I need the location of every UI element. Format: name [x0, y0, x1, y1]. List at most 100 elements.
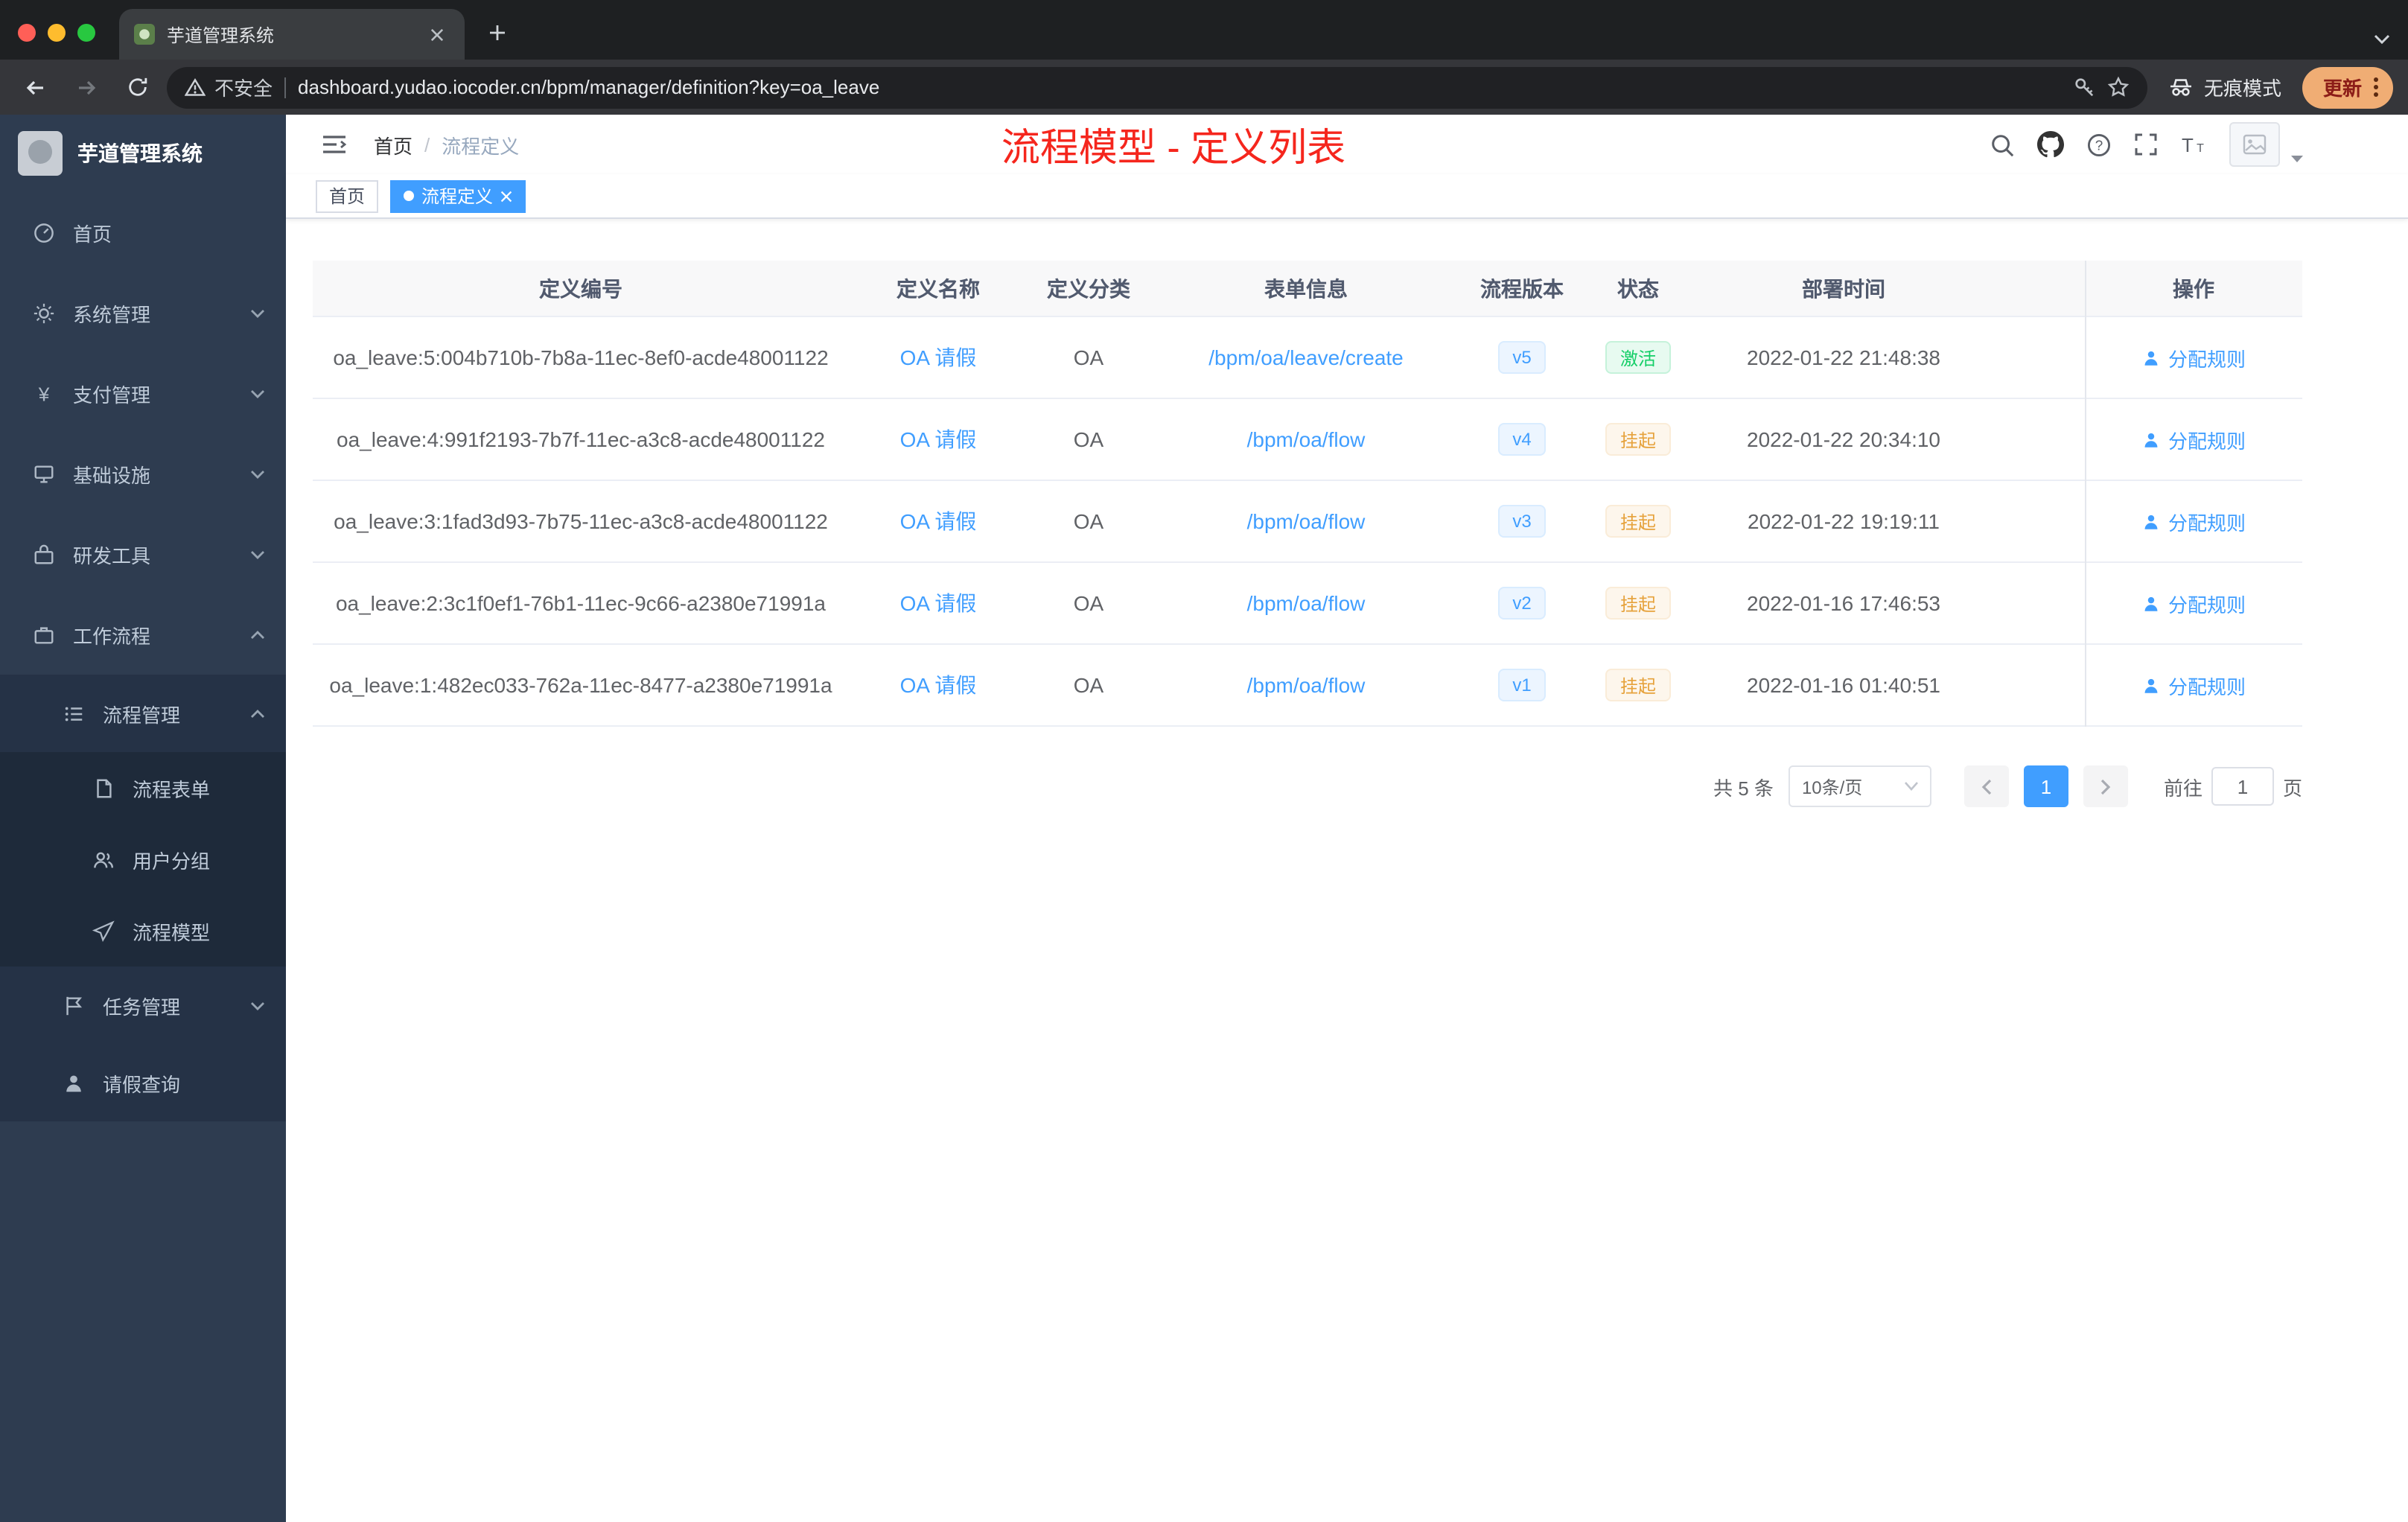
tab-search-icon[interactable]: [2374, 34, 2390, 45]
definition-name-link[interactable]: OA 请假: [900, 343, 977, 372]
zoom-window-button[interactable]: [77, 24, 95, 42]
chevron-down-icon: [1904, 782, 1918, 791]
column-header-time: 部署时间: [1802, 276, 1885, 300]
sidebar-item-home[interactable]: 首页: [0, 192, 286, 273]
forward-button[interactable]: [66, 66, 107, 108]
page-size-select[interactable]: 10条/页: [1788, 765, 1931, 807]
document-icon: [97, 778, 112, 797]
definition-id: oa_leave:2:3c1f0ef1-76b1-11ec-9c66-a2380…: [335, 591, 826, 615]
table-row: oa_leave:5:004b710b-7b8a-11ec-8ef0-acde4…: [313, 317, 2302, 399]
definition-id: oa_leave:4:991f2193-7b7f-11ec-a3c8-acde4…: [337, 427, 825, 451]
password-key-icon[interactable]: [2073, 76, 2095, 98]
toolbox-icon: [34, 544, 54, 564]
status-badge: 挂起: [1605, 587, 1671, 620]
sidebar-logo[interactable]: 芋道管理系统: [0, 115, 286, 192]
table-row: oa_leave:1:482ec033-762a-11ec-8477-a2380…: [313, 645, 2302, 727]
sidebar-item-infrastructure[interactable]: 基础设施: [0, 433, 286, 514]
url-divider: [284, 77, 287, 98]
tag-close-icon[interactable]: [500, 190, 512, 202]
sidebar-item-leave-query[interactable]: 请假查询: [0, 1044, 286, 1121]
browser-tab[interactable]: 芋道管理系统: [119, 9, 465, 60]
definition-id: oa_leave:3:1fad3d93-7b75-11ec-a3c8-acde4…: [334, 509, 828, 533]
definition-category: OA: [1073, 591, 1104, 615]
close-window-button[interactable]: [18, 24, 36, 42]
back-button[interactable]: [15, 66, 57, 108]
assign-rule-button[interactable]: 分配规则: [2141, 507, 2246, 535]
page-size-value: 10条/页: [1801, 777, 1863, 797]
security-label: 不安全: [214, 77, 273, 100]
assign-rule-button[interactable]: 分配规则: [2141, 425, 2246, 453]
security-chip[interactable]: 不安全: [185, 73, 273, 101]
form-info-link[interactable]: /bpm/oa/flow: [1247, 673, 1366, 697]
sidebar-item-workflow[interactable]: 工作流程: [0, 594, 286, 675]
deploy-time: 2022-01-22 21:48:38: [1747, 346, 1940, 369]
next-page-button[interactable]: [2083, 765, 2128, 807]
user-avatar[interactable]: [2229, 122, 2280, 167]
sidebar-item-user-group[interactable]: 用户分组: [0, 824, 286, 895]
table-header-row: 定义编号 定义名称 定义分类 表单信息 流程版本 状态 部署时间 操作: [313, 261, 2302, 317]
column-header-version: 流程版本: [1480, 276, 1564, 300]
sidebar-item-process-form[interactable]: 流程表单: [0, 752, 286, 824]
chevron-down-icon: [251, 470, 264, 478]
page-content: 定义编号 定义名称 定义分类 表单信息 流程版本 状态 部署时间 操作 oa_l…: [286, 219, 2408, 1522]
sidebar-item-label: 流程管理: [103, 704, 181, 726]
definition-name-link[interactable]: OA 请假: [900, 506, 977, 536]
briefcase-icon: [34, 626, 54, 643]
sidebar-item-task-management[interactable]: 任务管理: [0, 967, 286, 1044]
avatar-caret-icon[interactable]: [2290, 155, 2304, 164]
prev-page-button[interactable]: [1963, 765, 2009, 807]
assign-rule-button[interactable]: 分配规则: [2141, 589, 2246, 617]
assign-rule-label: 分配规则: [2167, 512, 2246, 534]
search-icon[interactable]: [1990, 132, 2015, 157]
sidebar-item-label: 首页: [73, 223, 112, 245]
sidebar-item-payment[interactable]: ¥ 支付管理: [0, 353, 286, 433]
status-badge: 挂起: [1605, 669, 1671, 701]
current-page-button[interactable]: 1: [2023, 765, 2068, 807]
assign-rule-label: 分配规则: [2167, 675, 2246, 698]
assign-rule-button[interactable]: 分配规则: [2141, 343, 2246, 372]
definition-name-link[interactable]: OA 请假: [900, 424, 977, 454]
sidebar-toggle-icon[interactable]: [310, 134, 359, 155]
incognito-badge: 无痕模式: [2156, 73, 2293, 101]
deploy-time: 2022-01-16 17:46:53: [1747, 591, 1940, 615]
reload-button[interactable]: [116, 66, 158, 108]
github-icon[interactable]: [2037, 131, 2064, 158]
sidebar-item-process-model[interactable]: 流程模型: [0, 895, 286, 967]
browser-window: 芋道管理系统 不安全 dashboard.yudao.iocoder.cn/bp…: [0, 0, 2408, 1522]
form-info-link[interactable]: /bpm/oa/flow: [1247, 427, 1366, 451]
form-info-link[interactable]: /bpm/oa/flow: [1247, 591, 1366, 615]
person-icon: [66, 1074, 81, 1092]
definition-name-link[interactable]: OA 请假: [900, 588, 977, 618]
tag-process-definition[interactable]: 流程定义: [390, 179, 526, 212]
table-row: oa_leave:3:1fad3d93-7b75-11ec-a3c8-acde4…: [313, 481, 2302, 563]
form-info-link[interactable]: /bpm/oa/leave/create: [1208, 346, 1404, 369]
tag-home[interactable]: 首页: [316, 179, 379, 212]
sidebar-item-process-management[interactable]: 流程管理: [0, 675, 286, 752]
sidebar-item-system[interactable]: 系统管理: [0, 273, 286, 353]
assign-rule-button[interactable]: 分配规则: [2141, 671, 2246, 699]
minimize-window-button[interactable]: [48, 24, 66, 42]
goto-page-input[interactable]: [2211, 767, 2274, 806]
help-icon[interactable]: ?: [2086, 132, 2112, 157]
tab-close-icon[interactable]: [423, 21, 450, 48]
address-bar[interactable]: 不安全 dashboard.yudao.iocoder.cn/bpm/manag…: [167, 66, 2147, 108]
flag-icon: [66, 996, 83, 1015]
breadcrumb-home[interactable]: 首页: [374, 130, 413, 159]
update-label: 更新: [2322, 77, 2362, 100]
version-badge: v1: [1497, 669, 1547, 701]
app-header: 首页 / 流程定义 流程模型 - 定义列表 ? T T: [286, 115, 2408, 174]
svg-text:¥: ¥: [38, 382, 50, 404]
tag-label: 首页: [329, 186, 366, 207]
total-count: 共 5 条: [1713, 777, 1774, 799]
process-management-submenu: 流程表单 用户分组 流程模型: [0, 752, 286, 967]
definition-name-link[interactable]: OA 请假: [900, 670, 977, 700]
form-info-link[interactable]: /bpm/oa/flow: [1247, 509, 1366, 533]
update-button[interactable]: 更新: [2302, 66, 2393, 108]
deploy-time: 2022-01-22 19:19:11: [1748, 509, 1940, 533]
sidebar-item-dev-tools[interactable]: 研发工具: [0, 514, 286, 594]
bookmark-star-icon[interactable]: [2107, 76, 2130, 98]
font-size-icon[interactable]: TT: [2180, 133, 2207, 156]
browser-menu-icon[interactable]: [2374, 77, 2378, 97]
fullscreen-icon[interactable]: [2134, 133, 2158, 156]
new-tab-button[interactable]: [477, 12, 518, 54]
